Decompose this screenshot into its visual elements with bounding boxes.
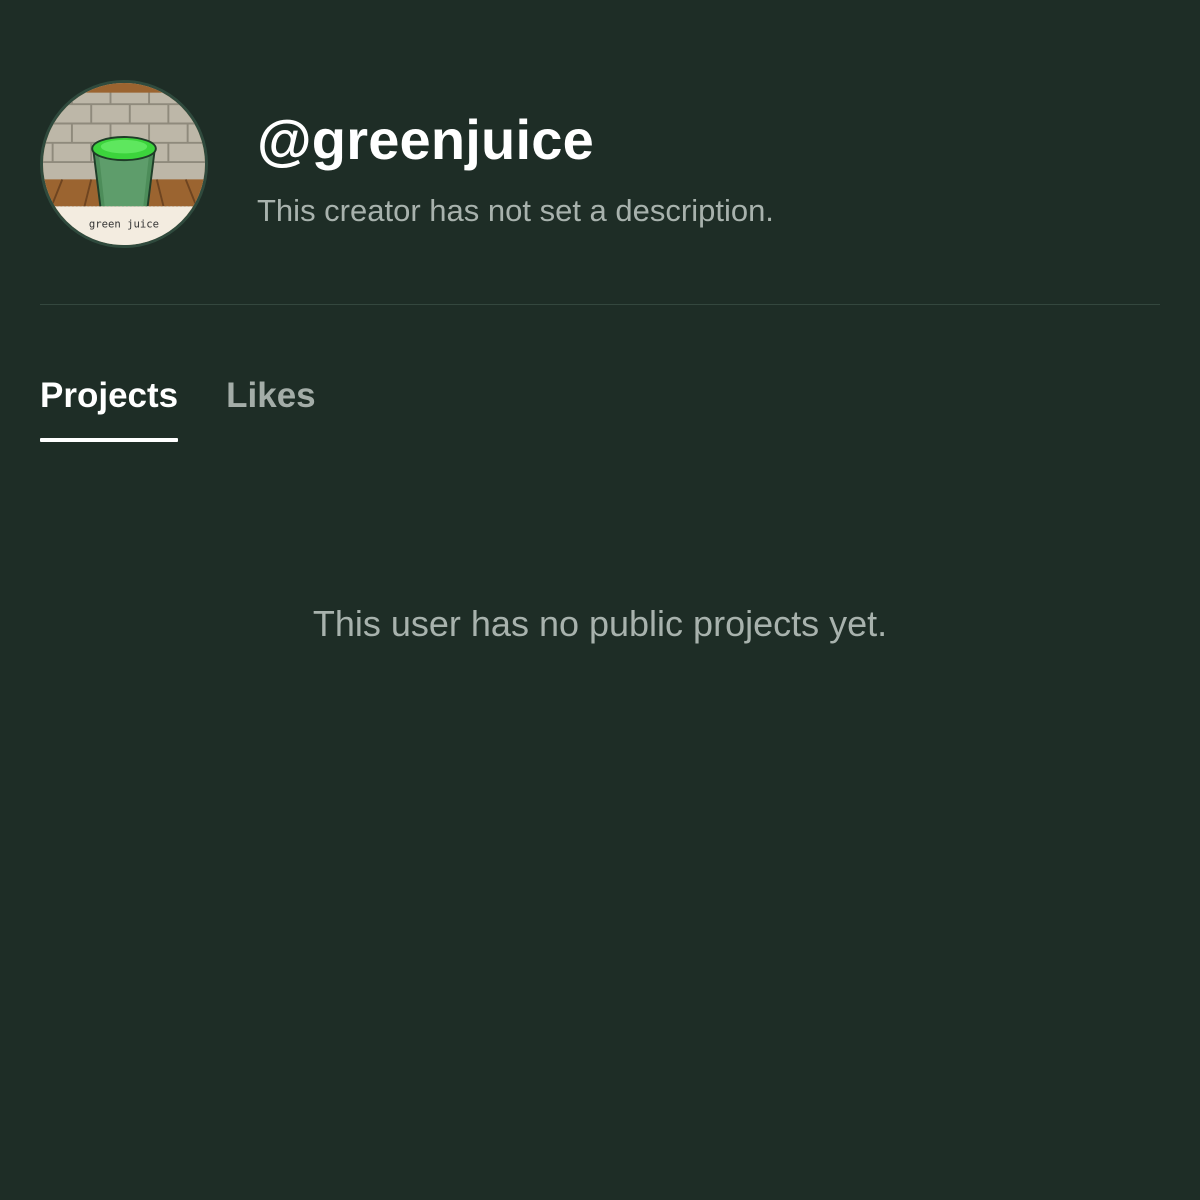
- green-juice-avatar-image: green juice: [43, 83, 205, 245]
- tab-likes[interactable]: Likes: [226, 372, 316, 442]
- avatar: green juice: [40, 80, 208, 248]
- username: @greenjuice: [257, 108, 594, 171]
- empty-state-message: This user has no public projects yet.: [312, 603, 888, 644]
- avatar-caption: green juice: [89, 219, 159, 231]
- tab-projects[interactable]: Projects: [40, 372, 179, 442]
- header-divider: [40, 304, 1160, 305]
- profile-description: This creator has not set a description.: [257, 193, 774, 228]
- profile-header: green juice @greenjuice This creator has…: [40, 80, 1160, 250]
- profile-tabs: Projects Likes: [40, 372, 316, 442]
